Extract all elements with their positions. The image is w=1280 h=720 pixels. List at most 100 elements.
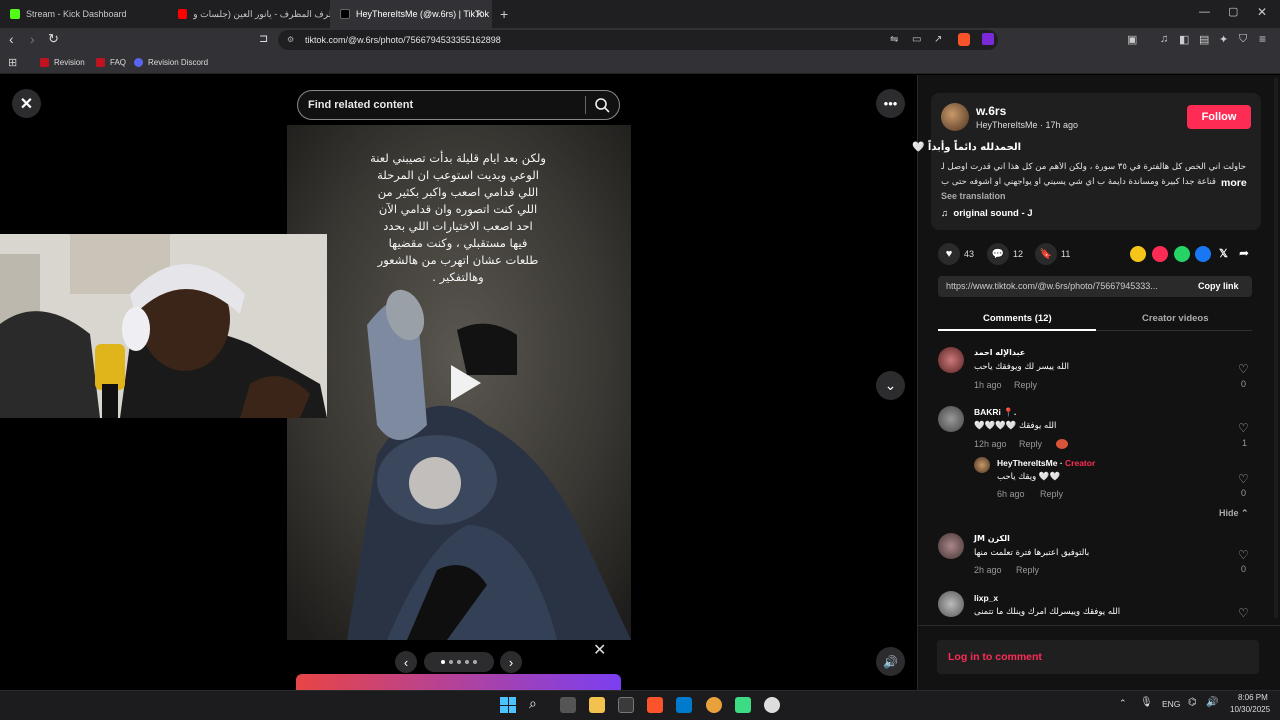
sound-link[interactable]: ♫ original sound - J: [941, 208, 1033, 219]
leo-icon[interactable]: ✦: [1219, 33, 1228, 46]
new-tab-icon[interactable]: +: [500, 6, 508, 22]
close-tab-icon[interactable]: ✕: [475, 8, 484, 21]
comment-like-icon[interactable]: ♡: [1238, 362, 1249, 376]
file-explorer-icon[interactable]: [589, 697, 605, 713]
comment-user[interactable]: lixp_x: [974, 593, 998, 603]
see-translation-link[interactable]: See translation: [941, 191, 1006, 201]
volume-icon[interactable]: 🔊: [876, 647, 905, 676]
bookmark-save-icon[interactable]: 🔖: [1035, 243, 1057, 265]
avatar[interactable]: [938, 406, 964, 432]
app-icon[interactable]: [735, 697, 751, 713]
more-link[interactable]: more: [1221, 177, 1247, 189]
next-slide-icon[interactable]: ›: [500, 651, 522, 673]
bookmark-revision[interactable]: Revision: [40, 58, 85, 67]
close-banner-icon[interactable]: ✕: [593, 640, 606, 660]
share-repost-icon[interactable]: [1152, 246, 1168, 262]
back-icon[interactable]: ‹: [9, 31, 14, 47]
clock-time[interactable]: 8:06 PM: [1238, 693, 1268, 702]
store-icon[interactable]: [618, 697, 634, 713]
post-link[interactable]: https://www.tiktok.com/@w.6rs/photo/7566…: [946, 281, 1186, 291]
vscode-icon[interactable]: [676, 697, 692, 713]
comment-like-icon[interactable]: ♡: [1238, 472, 1249, 486]
reply-button[interactable]: Reply: [1019, 439, 1042, 449]
search-taskbar-icon[interactable]: ⌕: [529, 695, 537, 712]
username[interactable]: w.6rs: [976, 104, 1006, 118]
reply-button[interactable]: Reply: [1016, 565, 1039, 575]
facebook-icon[interactable]: [1195, 246, 1211, 262]
bookmark-discord[interactable]: Revision Discord: [134, 58, 208, 67]
forward-icon[interactable]: ›: [30, 31, 35, 47]
vpn-icon[interactable]: ⛉: [1239, 33, 1247, 46]
media-icon[interactable]: ♫: [1160, 33, 1168, 45]
chevron-down-icon[interactable]: ⌄: [876, 371, 905, 400]
avatar[interactable]: [974, 457, 990, 473]
reader-icon[interactable]: ▣: [1127, 33, 1137, 46]
like-icon[interactable]: ♥: [938, 243, 960, 265]
comment-icon[interactable]: 💬: [987, 243, 1009, 265]
comment-like-icon[interactable]: ♡: [1238, 606, 1249, 620]
language-indicator[interactable]: ENG: [1162, 699, 1180, 709]
menu-icon[interactable]: ≡: [1259, 32, 1266, 46]
search-icon[interactable]: [594, 97, 610, 113]
play-icon[interactable]: [441, 361, 485, 405]
bookmark-faq[interactable]: FAQ: [96, 58, 126, 67]
x-icon[interactable]: 𝕏: [1219, 247, 1228, 260]
obs-icon[interactable]: [764, 697, 780, 713]
comment-user[interactable]: عبدالإله احمد: [974, 348, 1025, 357]
whatsapp-icon[interactable]: [1174, 246, 1190, 262]
scrollbar[interactable]: [1274, 78, 1278, 618]
apps-grid-icon[interactable]: ⊞: [8, 56, 17, 69]
close-window-icon[interactable]: ✕: [1257, 5, 1267, 19]
avatar[interactable]: [938, 347, 964, 373]
share-icon[interactable]: ↗: [934, 34, 942, 45]
brave-icon[interactable]: [647, 697, 663, 713]
reload-icon[interactable]: ↻: [48, 31, 59, 47]
copy-link-button[interactable]: Copy link: [1198, 281, 1239, 291]
translate-icon[interactable]: ⇋: [890, 34, 898, 45]
avatar[interactable]: [938, 591, 964, 617]
avatar[interactable]: [941, 103, 969, 131]
reply-button[interactable]: Reply: [1014, 380, 1037, 390]
clock-date[interactable]: 10/30/2025: [1230, 705, 1270, 714]
comment-user[interactable]: BAKRi 📍.: [974, 407, 1016, 418]
tab-tiktok[interactable]: HeyThereItsMe (@w.6rs) | TikTok ✕: [330, 0, 492, 28]
brave-rewards-icon[interactable]: [982, 33, 994, 45]
share-coin-icon[interactable]: [1130, 246, 1146, 262]
follow-button[interactable]: Follow: [1187, 105, 1251, 129]
more-options-icon[interactable]: •••: [876, 89, 905, 118]
site-info-icon[interactable]: ⚙: [287, 35, 294, 44]
tab-comments[interactable]: Comments (12): [983, 313, 1052, 324]
reply-user[interactable]: HeyThereItsMe · Creator: [997, 458, 1095, 468]
share-arrow-icon[interactable]: ➦: [1239, 246, 1249, 260]
brave-shield-icon[interactable]: [958, 33, 970, 46]
volume-tray-icon[interactable]: 🔊: [1206, 697, 1218, 708]
wallet-icon[interactable]: ▤: [1199, 33, 1209, 46]
network-icon[interactable]: ⌬: [1188, 697, 1197, 708]
tab-youtube[interactable]: مظرف المظرف - يانور العين (جلسات و: [168, 0, 330, 28]
comment-like-icon[interactable]: ♡: [1238, 548, 1249, 562]
bookmark-icon[interactable]: ⊐: [259, 32, 268, 45]
comment-user[interactable]: الكزن JM: [974, 534, 1010, 543]
task-view-icon[interactable]: [560, 697, 576, 713]
tab-creator-videos[interactable]: Creator videos: [1142, 313, 1209, 324]
app-banner[interactable]: [296, 674, 621, 690]
app-icon[interactable]: [706, 697, 722, 713]
url-text[interactable]: tiktok.com/@w.6rs/photo/7566794533355162…: [305, 35, 501, 45]
hide-replies-button[interactable]: Hide ⌃: [1219, 508, 1249, 519]
avatar[interactable]: [938, 533, 964, 559]
tab-kick[interactable]: Stream - Kick Dashboard: [0, 0, 168, 28]
maximize-icon[interactable]: ▢: [1228, 5, 1238, 18]
search-input[interactable]: Find related content: [297, 90, 620, 120]
microphone-icon[interactable]: 🎙: [1140, 697, 1153, 708]
minimize-icon[interactable]: —: [1199, 6, 1210, 18]
photo-caption-overlay: ولكن بعد ايام قليلة بدأت تصيبني لعنة الو…: [370, 151, 546, 284]
comment-like-icon[interactable]: ♡: [1238, 421, 1249, 435]
close-icon[interactable]: ✕: [12, 89, 41, 118]
reply-button[interactable]: Reply: [1040, 489, 1063, 499]
tray-overflow-icon[interactable]: ⌃: [1119, 698, 1127, 709]
sidebar-icon[interactable]: ◧: [1179, 33, 1189, 46]
login-to-comment-button[interactable]: Log in to comment: [937, 640, 1259, 674]
start-icon[interactable]: [500, 697, 516, 713]
previous-slide-icon[interactable]: ‹: [395, 651, 417, 673]
cast-icon[interactable]: ▭: [912, 34, 921, 45]
